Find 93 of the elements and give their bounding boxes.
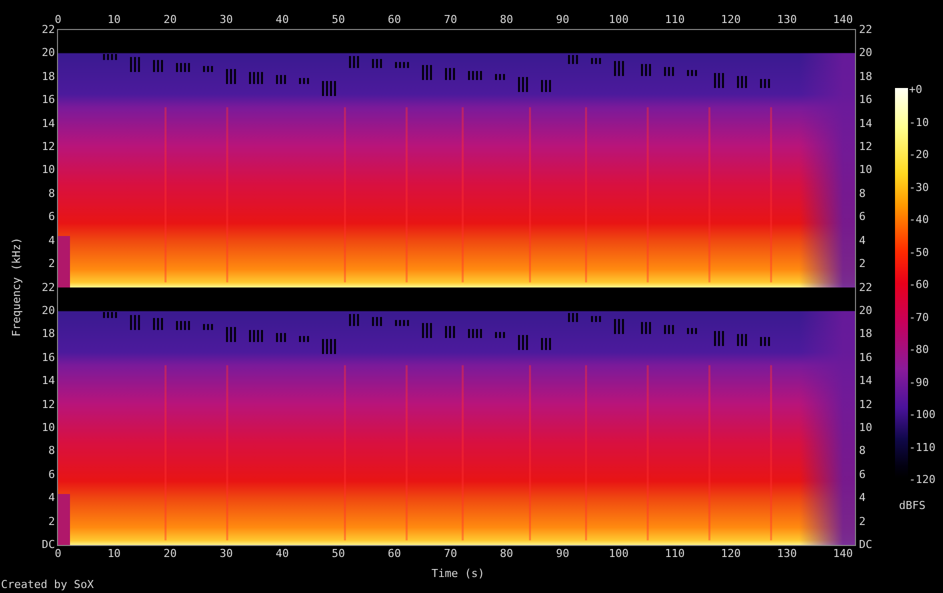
axis-tick-label: 20	[42, 47, 55, 60]
axis-tick-label: 18	[859, 328, 872, 340]
axis-tick-label: 6	[859, 211, 866, 224]
axis-tick-label: 40	[276, 14, 289, 26]
axis-tick-label: 10	[42, 422, 55, 434]
axis-tick-label: 12	[42, 398, 55, 411]
scale-tick-label: -50	[909, 246, 929, 258]
axis-tick-label: 90	[556, 14, 570, 26]
axis-tick-label: 0	[54, 14, 62, 26]
axis-tick-label: 14	[42, 118, 55, 130]
axis-tick-label: 8	[859, 188, 866, 200]
axis-tick-label: 30	[220, 14, 233, 26]
axis-tick-label: 100	[608, 14, 629, 26]
axis-tick-label: 30	[220, 548, 233, 560]
axis-tick-label: 2	[48, 258, 55, 270]
scale-tick-label: -20	[909, 149, 929, 161]
axis-tick-label: 120	[720, 14, 741, 26]
axis-tick-label: 12	[859, 398, 872, 411]
axis-tick-label: 8	[48, 188, 55, 200]
scale-tick-label: -30	[909, 182, 929, 194]
axis-tick-label: 20	[164, 14, 177, 26]
axis-tick-label: DC	[42, 539, 55, 551]
scale-tick-label: -10	[909, 116, 929, 128]
axis-tick-label: 12	[42, 141, 55, 154]
scale-tick-label: +0	[909, 84, 922, 96]
axis-tick-label: 10	[859, 422, 872, 434]
credit-text: Created by SoX	[1, 579, 94, 591]
scale-tick-label: -120	[909, 474, 936, 486]
axis-tick-label: 10	[42, 164, 55, 176]
scale-tick-label: -110	[909, 442, 936, 454]
axis-tick-label: 110	[664, 14, 685, 26]
axis-tick-label: 22	[42, 282, 55, 294]
axis-tick-label: 20	[859, 47, 872, 60]
scale-tick-label: -60	[909, 279, 929, 291]
axis-tick-label: 6	[48, 211, 55, 224]
axis-tick-label: 60	[388, 14, 402, 26]
unit-label: dBFS	[899, 500, 926, 512]
scale-tick-label: -40	[909, 214, 929, 226]
axis-tick-label: 4	[48, 492, 55, 504]
axis-tick-label: 90	[556, 548, 570, 560]
axis-tick-label: 10	[107, 548, 121, 560]
axis-tick-label: 10	[859, 164, 872, 176]
axis-tick-label: 140	[833, 548, 853, 560]
axis-tick-label: 22	[42, 24, 55, 36]
axis-tick-label: 12	[859, 141, 872, 154]
axis-tick-label: 4	[48, 234, 55, 247]
axis-tick-label: 22	[859, 24, 872, 36]
axis-tick-label: 16	[859, 94, 872, 106]
scale-tick-label: -100	[909, 409, 936, 421]
axis-tick-label: 130	[776, 548, 797, 560]
axis-title: Time (s)	[432, 568, 484, 580]
scale-tick-label: -90	[909, 376, 929, 388]
axis-tick-label: 2	[859, 516, 866, 528]
axis-tick-label: 100	[608, 548, 629, 560]
axis-tick-label: 0	[54, 548, 62, 560]
axis-tick-label: 40	[276, 548, 289, 560]
axis-tick-label: 18	[859, 70, 872, 83]
axis-tick-label: 20	[164, 548, 177, 560]
axis-tick-label: 120	[720, 548, 741, 560]
axis-tick-label: 18	[42, 328, 55, 340]
axis-tick-label: 60	[388, 548, 402, 560]
axis-title: Frequency (kHz)	[11, 237, 23, 337]
axis-tick-label: 14	[859, 118, 872, 130]
axis-tick-label: 10	[107, 14, 121, 26]
axis-tick-label: 8	[859, 445, 866, 458]
scale-tick-label: -80	[909, 344, 929, 356]
axis-tick-label: 6	[48, 468, 55, 481]
axis-tick-label: 8	[48, 445, 55, 458]
axis-tick-label: 16	[42, 352, 55, 364]
axis-tick-label: 4	[859, 492, 866, 504]
axis-tick-label: 18	[42, 70, 55, 83]
axis-tick-label: 110	[664, 548, 685, 560]
axis-tick-label: 50	[332, 14, 345, 26]
axis-tick-label: 14	[42, 375, 55, 388]
axis-tick-label: 140	[833, 14, 853, 26]
axis-tick-label: 70	[444, 548, 458, 560]
axis-tick-label: 16	[42, 94, 55, 106]
axis-tick-label: DC	[859, 539, 872, 551]
axis-tick-label: 20	[42, 304, 55, 317]
axis-tick-label: 2	[48, 516, 55, 528]
axis-tick-label: 20	[859, 304, 872, 317]
axis-tick-label: 22	[859, 282, 872, 294]
axis-tick-label: 130	[776, 14, 797, 26]
axis-tick-label: 14	[859, 375, 872, 388]
axis-tick-label: 4	[859, 234, 866, 247]
axis-tick-label: 16	[859, 352, 872, 364]
axis-tick-label: 50	[332, 548, 345, 560]
axis-tick-label: 70	[444, 14, 458, 26]
axis-tick-label: 6	[859, 468, 866, 481]
axis-tick-label: 80	[500, 548, 514, 560]
axis-tick-label: 2	[859, 258, 866, 270]
scale-tick-label: -70	[909, 312, 929, 324]
axis-tick-label: 80	[500, 14, 514, 26]
